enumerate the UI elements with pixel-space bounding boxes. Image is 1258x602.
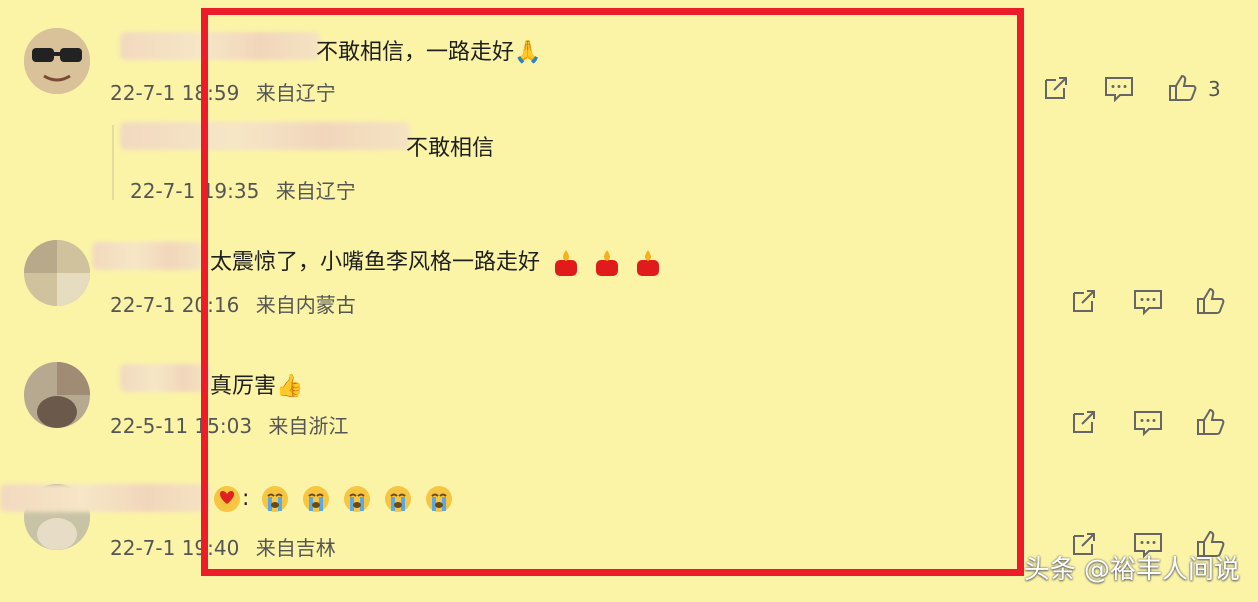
heartbreak-emoji xyxy=(214,486,240,512)
comment-meta: 22-5-11 15:03 来自浙江 xyxy=(110,410,348,439)
comment-date: 22-7-1 xyxy=(110,293,176,317)
comment-text: 真厉害👍 xyxy=(210,374,304,399)
like-icon xyxy=(1197,408,1225,435)
candle-emoji xyxy=(596,250,619,276)
blurred-username xyxy=(0,484,210,512)
comment-time: 15:03 xyxy=(194,414,253,438)
share-icon xyxy=(1073,411,1095,433)
comment-meta: 22-7-1 18:59 来自辽宁 xyxy=(110,77,336,106)
comment-location: 来自浙江 xyxy=(268,414,349,438)
candle-emoji xyxy=(637,250,660,276)
share-icon xyxy=(1073,290,1095,312)
share-button[interactable] xyxy=(1068,285,1100,317)
crying-emoji xyxy=(303,486,330,512)
share-icon xyxy=(1045,77,1067,99)
crying-emoji xyxy=(262,486,289,512)
blurred-username xyxy=(120,364,210,392)
reply-text: 不敢相信 xyxy=(406,136,495,161)
comment-icon xyxy=(1134,290,1162,316)
crying-emoji xyxy=(344,486,371,512)
watermark: 头条 @裕丰人间说 xyxy=(1023,555,1240,585)
like-icon xyxy=(1169,74,1197,101)
comment-date: 22-5-11 xyxy=(110,414,189,438)
comment-text: 不敢相信，一路走好🙏 xyxy=(316,40,542,65)
reply-time: 19:35 xyxy=(201,179,260,203)
reply-location: 来自辽宁 xyxy=(275,179,356,203)
like-count: 3 xyxy=(1208,77,1221,101)
avatar[interactable] xyxy=(24,28,90,94)
comment-icon xyxy=(1105,77,1133,103)
comment-location: 来自辽宁 xyxy=(255,81,336,105)
avatar[interactable] xyxy=(24,362,90,428)
comment-button[interactable] xyxy=(1103,72,1135,104)
like-button[interactable] xyxy=(1194,406,1226,438)
like-icon xyxy=(1197,287,1225,314)
comment-icon xyxy=(1134,411,1162,437)
comment-time: 18:59 xyxy=(181,81,240,105)
crying-emoji xyxy=(385,486,412,512)
comment-text: 太震惊了，小嘴鱼李风格一路走好 xyxy=(210,244,663,278)
avatar[interactable] xyxy=(24,240,90,306)
comment-button[interactable] xyxy=(1132,285,1164,317)
like-button[interactable] xyxy=(1166,72,1198,104)
comment-meta: 22-7-1 20:16 来自内蒙古 xyxy=(110,289,356,318)
comment-location: 来自内蒙古 xyxy=(255,293,356,317)
blurred-username xyxy=(92,242,202,270)
reply-meta: 22-7-1 19:35 来自辽宁 xyxy=(130,175,356,204)
comment-button[interactable] xyxy=(1132,406,1164,438)
comment-time: 20:16 xyxy=(181,293,240,317)
comment-date: 22-7-1 xyxy=(110,536,176,560)
reply-divider xyxy=(112,125,114,200)
comment-time: 19:40 xyxy=(181,536,240,560)
like-button[interactable] xyxy=(1194,285,1226,317)
share-button[interactable] xyxy=(1040,72,1072,104)
comment-date: 22-7-1 xyxy=(110,81,176,105)
blurred-username xyxy=(120,122,410,150)
thumbs-up-emoji: 👍 xyxy=(276,374,304,399)
share-button[interactable] xyxy=(1068,406,1100,438)
comment-text: : xyxy=(212,484,454,514)
crying-emoji xyxy=(426,486,453,512)
candle-emoji xyxy=(555,250,578,276)
reply-date: 22-7-1 xyxy=(130,179,196,203)
comment-meta: 22-7-1 19:40 来自吉林 xyxy=(110,532,336,561)
comment-location: 来自吉林 xyxy=(255,536,336,560)
blurred-username xyxy=(120,32,320,60)
pray-emoji: 🙏 xyxy=(514,40,542,65)
